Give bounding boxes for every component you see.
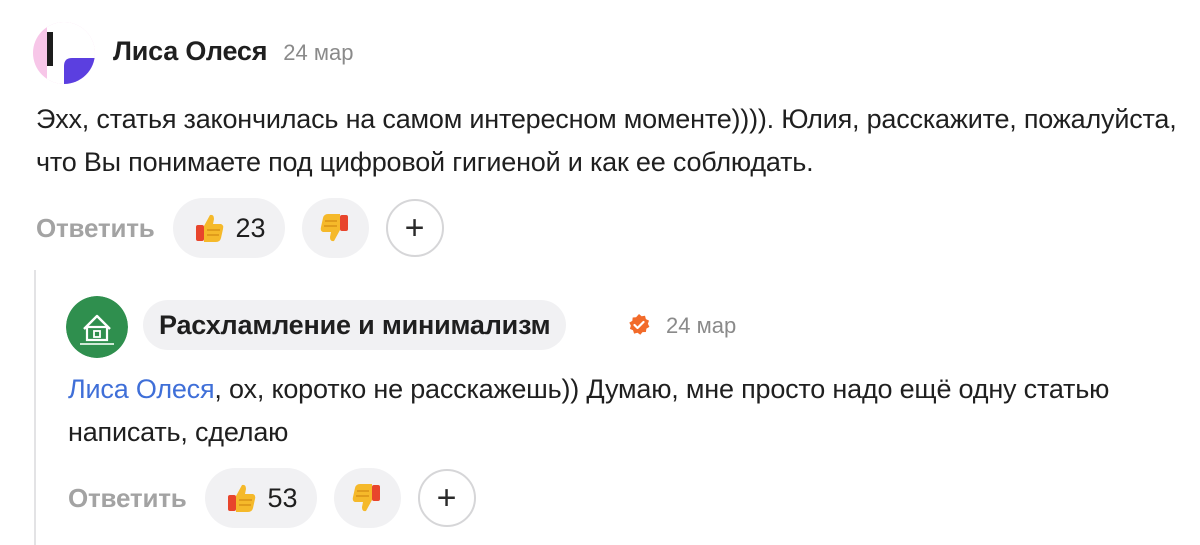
like-count: 53 — [267, 482, 298, 513]
mention-link[interactable]: Лиса Олеся — [68, 374, 215, 404]
thumbs-down-icon — [318, 211, 352, 245]
plus-icon: + — [404, 209, 425, 247]
verified-badge-icon — [627, 313, 651, 337]
add-reaction-button[interactable]: + — [417, 469, 476, 527]
dislike-button[interactable] — [301, 198, 369, 258]
thumbs-up-icon — [224, 481, 258, 515]
author-name[interactable]: Лиса Олеся — [113, 36, 267, 67]
comment-date: 24 мар — [283, 40, 354, 65]
comment-date: 24 мар — [666, 313, 737, 338]
thumbs-up-icon — [192, 211, 226, 245]
add-reaction-button[interactable]: + — [385, 199, 444, 257]
comment-text: Лиса Олеся, ох, коротко не расскажешь)) … — [68, 368, 1193, 454]
reply-button[interactable]: Ответить — [36, 213, 155, 244]
avatar[interactable] — [33, 22, 95, 84]
like-button[interactable]: 23 — [172, 198, 285, 258]
reply-text: , ох, коротко не расскажешь)) Думаю, мне… — [68, 374, 1110, 447]
comment-actions: Ответить 53 + — [68, 468, 476, 528]
channel-avatar[interactable] — [66, 296, 128, 358]
reply-button[interactable]: Ответить — [68, 483, 187, 514]
comments-page: Лиса Олеся 24 мар Эхх, статья закончилас… — [0, 0, 1200, 545]
thread-line — [34, 270, 36, 545]
comment-text: Эхх, статья закончилась на самом интерес… — [36, 104, 1177, 177]
author-line: Лиса Олеся 24 мар — [113, 36, 353, 67]
comment-actions: Ответить 23 + — [36, 198, 444, 258]
dislike-button[interactable] — [333, 468, 401, 528]
plus-icon: + — [436, 479, 457, 517]
channel-name[interactable]: Расхламление и минимализм — [143, 300, 567, 350]
like-count: 23 — [235, 212, 266, 243]
thumbs-down-icon — [350, 481, 384, 515]
like-button[interactable]: 53 — [204, 468, 317, 528]
